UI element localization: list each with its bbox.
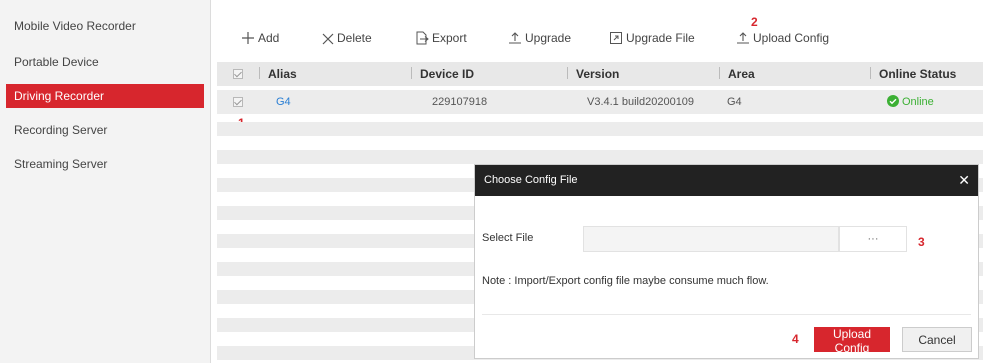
callout-3: 3 xyxy=(918,235,925,249)
device-id-cell: 229107918 xyxy=(432,96,488,108)
close-icon[interactable]: ✕ xyxy=(958,165,970,196)
sidebar-item-driving-recorder[interactable]: Driving Recorder xyxy=(6,84,204,108)
callout-4: 4 xyxy=(792,332,799,346)
choose-config-file-dialog: Choose Config File ✕ Select File ··· 3 N… xyxy=(475,165,978,358)
column-online-status-label: Online Status xyxy=(879,67,957,81)
delete-button[interactable]: Delete xyxy=(322,28,372,48)
upgrade-button[interactable]: Upgrade xyxy=(508,28,571,48)
upload-config-label: Upload Config xyxy=(753,31,830,45)
upgrade-label: Upgrade xyxy=(525,31,572,45)
column-area-label: Area xyxy=(728,67,755,81)
check-circle-icon xyxy=(887,95,899,107)
add-button[interactable]: Add xyxy=(241,28,279,48)
select-file-label: Select File xyxy=(482,232,534,244)
add-label: Add xyxy=(258,31,280,45)
upload-icon xyxy=(509,32,521,44)
column-alias-label: Alias xyxy=(268,67,297,81)
online-status-label: Online xyxy=(902,96,934,108)
export-icon xyxy=(416,31,429,45)
row-checkbox[interactable] xyxy=(233,97,243,107)
sidebar: Mobile Video Recorder Portable Device Dr… xyxy=(0,0,211,363)
column-alias[interactable]: Alias xyxy=(259,62,297,86)
overlay-row xyxy=(217,122,983,136)
table-row[interactable]: G4 229107918 V3.4.1 build20200109 G4 Onl… xyxy=(217,90,983,114)
upgrade-file-label: Upgrade File xyxy=(626,31,695,45)
online-status-cell: Online xyxy=(887,90,934,114)
file-path-input[interactable] xyxy=(583,226,839,252)
area-cell: G4 xyxy=(727,96,742,108)
column-online-status[interactable]: Online Status xyxy=(870,62,956,86)
dialog-header: Choose Config File ✕ xyxy=(475,165,978,196)
upgrade-file-button[interactable]: Upgrade File xyxy=(609,28,695,48)
export-button[interactable]: Export xyxy=(415,28,467,48)
select-all-checkbox[interactable] xyxy=(233,69,243,79)
column-device-id[interactable]: Device ID xyxy=(411,62,474,86)
sidebar-item-mobile-video-recorder[interactable]: Mobile Video Recorder xyxy=(6,14,204,38)
callout-2: 2 xyxy=(751,15,758,29)
overlay-row xyxy=(217,150,983,164)
upgrade-file-icon xyxy=(610,32,622,44)
delete-label: Delete xyxy=(337,31,372,45)
column-area[interactable]: Area xyxy=(719,62,755,86)
table-header: Alias Device ID Version Area Online Stat… xyxy=(217,62,983,86)
dialog-title: Choose Config File xyxy=(484,174,578,186)
dialog-divider xyxy=(482,314,971,315)
upload-config-button[interactable]: Upload Config xyxy=(736,28,829,48)
version-cell: V3.4.1 build20200109 xyxy=(587,96,695,108)
export-label: Export xyxy=(432,31,467,45)
plus-icon xyxy=(242,32,254,44)
upload-icon xyxy=(737,32,749,44)
column-version[interactable]: Version xyxy=(567,62,619,86)
sidebar-item-recording-server[interactable]: Recording Server xyxy=(6,118,204,142)
browse-button[interactable]: ··· xyxy=(839,226,907,252)
upload-config-submit-button[interactable]: Upload Config xyxy=(814,327,890,355)
column-device-id-label: Device ID xyxy=(420,67,475,81)
column-version-label: Version xyxy=(576,67,620,81)
sidebar-item-streaming-server[interactable]: Streaming Server xyxy=(6,152,204,176)
close-icon xyxy=(322,33,334,45)
sidebar-item-portable-device[interactable]: Portable Device xyxy=(6,50,204,74)
cancel-button[interactable]: Cancel xyxy=(902,327,972,352)
alias-link[interactable]: G4 xyxy=(276,90,291,114)
note-text: Note : Import/Export config file maybe c… xyxy=(482,275,769,287)
